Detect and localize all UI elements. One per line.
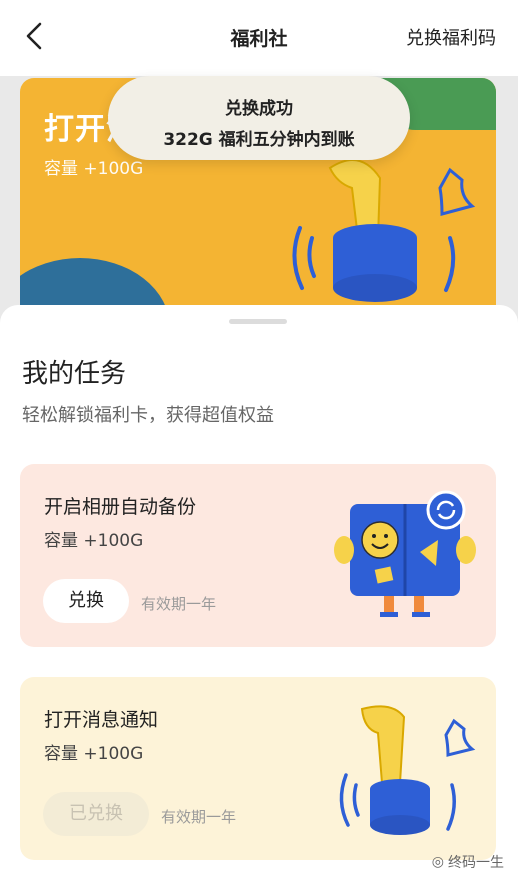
toast-title: 兑换成功 xyxy=(225,99,293,119)
success-toast: 兑换成功 322G 福利五分钟内到账 xyxy=(108,76,410,160)
task-title: 开启相册自动备份 xyxy=(44,496,197,518)
toast-message: 322G 福利五分钟内到账 xyxy=(163,130,355,150)
task-card-notifications[interactable]: 打开消息通知 容量 +100G 已兑换 有效期一年 xyxy=(20,677,496,860)
task-capacity: 容量 +100G xyxy=(44,531,144,551)
task-title: 打开消息通知 xyxy=(44,709,159,731)
tasks-title: 我的任务 xyxy=(22,359,127,389)
redeem-code-link[interactable]: 兑换福利码 xyxy=(406,24,496,50)
photo-album-backup-icon xyxy=(334,490,476,617)
task-validity: 有效期一年 xyxy=(141,595,217,613)
tasks-subtitle: 轻松解锁福利卡，获得超值权益 xyxy=(22,405,274,426)
wechat-icon: ◎ xyxy=(431,854,444,870)
watermark-text: 终码一生 xyxy=(448,855,504,871)
watermark: ◎ 终码一生 xyxy=(432,852,504,872)
task-validity: 有效期一年 xyxy=(161,808,237,826)
app-header: 福利社 兑换福利码 xyxy=(0,0,518,76)
task-capacity: 容量 +100G xyxy=(44,744,144,764)
redeem-button[interactable]: 兑换 xyxy=(43,579,129,623)
task-card-album-backup[interactable]: 开启相册自动备份 容量 +100G 兑换 有效期一年 xyxy=(20,464,496,647)
banner-capacity: 容量 +100G xyxy=(44,159,144,179)
notification-bell-icon xyxy=(339,705,476,835)
tasks-sheet: 我的任务 轻松解锁福利卡，获得超值权益 开启相册自动备份 容量 +100G 兑换… xyxy=(0,305,518,884)
sheet-drag-handle[interactable] xyxy=(229,319,287,324)
redeemed-button[interactable]: 已兑换 xyxy=(43,792,149,836)
